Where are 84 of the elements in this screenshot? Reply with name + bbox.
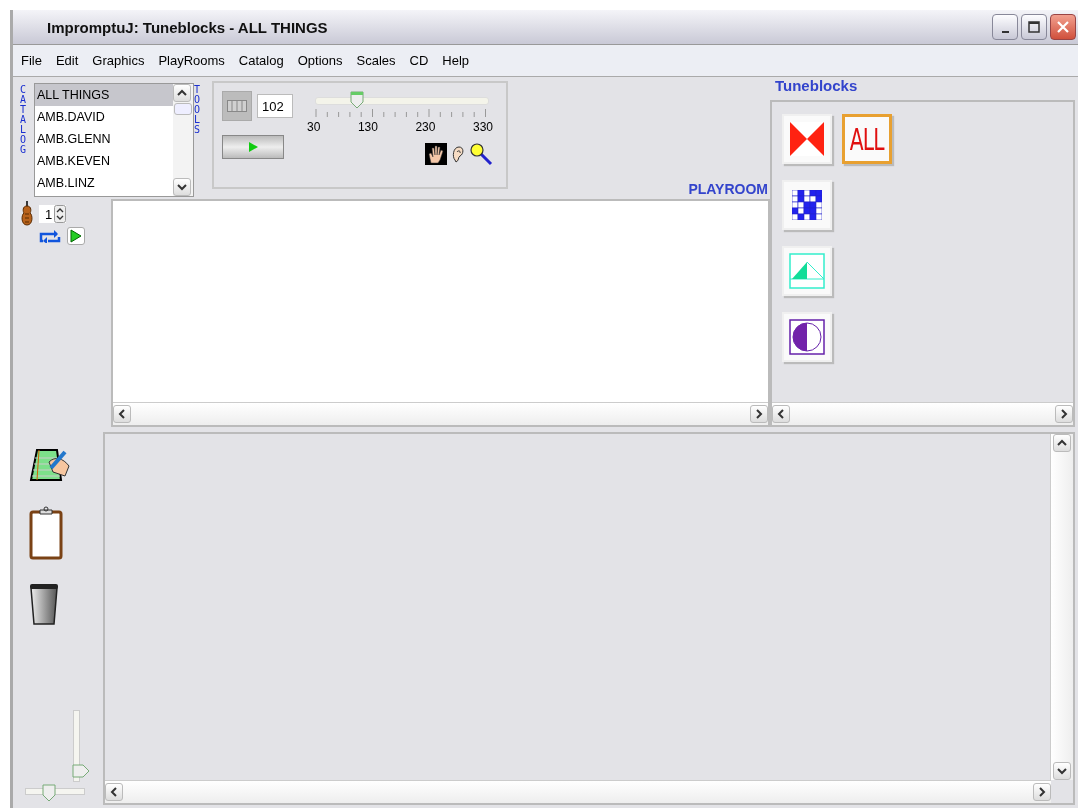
scroll-right-button[interactable] — [1033, 783, 1051, 801]
vertical-scrollbar[interactable] — [1050, 434, 1073, 780]
chevron-down-icon — [1056, 767, 1068, 775]
tuneblock[interactable] — [782, 114, 832, 164]
chevron-up-icon — [1056, 439, 1068, 447]
loop-icon[interactable] — [39, 229, 61, 243]
horizontal-scrollbar[interactable] — [105, 780, 1051, 803]
tempo-slider[interactable] — [315, 91, 489, 118]
scroll-left-button[interactable] — [772, 405, 790, 423]
window-title: ImpromptuJ: Tuneblocks - ALL THINGS — [47, 18, 328, 36]
list-row[interactable]: AMB.KEVEN — [35, 150, 173, 172]
menu-item[interactable]: Graphics — [85, 53, 152, 68]
scroll-down-button[interactable] — [1053, 762, 1071, 780]
minimize-button[interactable] — [992, 14, 1018, 40]
cello-icon — [21, 201, 33, 227]
chevron-right-icon — [755, 408, 763, 420]
list-row[interactable]: ALL THINGS — [35, 84, 173, 106]
grid-icon — [792, 190, 822, 220]
list-row[interactable]: AMB.GLENN — [35, 128, 173, 150]
slider-thumb[interactable] — [42, 784, 57, 802]
horizontal-scrollbar[interactable] — [772, 402, 1073, 425]
list-row[interactable]: AMB.DAVID — [35, 106, 173, 128]
play-button[interactable] — [67, 227, 85, 245]
play-icon — [248, 142, 258, 152]
tick-label: 130 — [357, 120, 378, 134]
hand-icon[interactable] — [425, 143, 447, 165]
menu-item[interactable]: PlayRooms — [151, 53, 232, 68]
play-button[interactable] — [222, 135, 284, 159]
keyboard-icon — [227, 100, 247, 112]
play-icon — [70, 229, 82, 243]
clipboard-icon[interactable] — [29, 506, 63, 560]
close-button[interactable] — [1050, 14, 1076, 40]
maximize-icon — [1028, 21, 1040, 33]
chevron-down-icon — [176, 183, 188, 191]
scroll-up-button[interactable] — [1053, 434, 1071, 452]
tools-label: TOOLS — [194, 85, 202, 135]
tick-label: 30 — [307, 120, 321, 134]
close-icon — [1057, 21, 1069, 33]
spinner-value: 1 — [45, 206, 53, 222]
menu-item[interactable]: Options — [290, 53, 350, 68]
menu-item[interactable]: Scales — [349, 53, 403, 68]
tick-label: 330 — [472, 120, 493, 134]
scroll-left-button[interactable] — [113, 405, 131, 423]
menu-item[interactable]: Edit — [48, 53, 86, 68]
menu-item[interactable]: File — [14, 53, 49, 68]
tuneblocks-title: Tuneblocks — [774, 77, 859, 96]
magnifier-icon[interactable] — [469, 142, 493, 166]
chevron-left-icon — [777, 408, 785, 420]
trash-can-icon[interactable] — [29, 582, 59, 626]
tuneblock[interactable] — [782, 312, 832, 362]
tuneblock[interactable] — [782, 180, 832, 230]
scroll-right-button[interactable] — [750, 405, 768, 423]
chevron-right-icon — [1060, 408, 1068, 420]
ear-icon[interactable] — [451, 144, 465, 164]
hourglass-icon — [790, 122, 824, 156]
scroll-right-button[interactable] — [1055, 405, 1073, 423]
maximize-button[interactable] — [1021, 14, 1047, 40]
slider-thumb[interactable] — [72, 763, 90, 778]
tempo-field[interactable]: 102 — [257, 94, 293, 118]
chevron-left-icon — [118, 408, 126, 420]
vertical-scrollbar[interactable] — [173, 84, 193, 196]
horizontal-slider[interactable] — [25, 784, 85, 802]
chevron-right-icon — [1038, 786, 1046, 798]
slider-thumb[interactable] — [350, 91, 365, 109]
half-circle-icon — [789, 319, 825, 355]
chevron-up-icon — [176, 89, 188, 97]
chevron-left-icon — [110, 786, 118, 798]
menu-item[interactable]: CD — [402, 53, 436, 68]
menu-item[interactable]: Catalog — [231, 53, 291, 68]
playroom-label: PLAYROOM — [688, 181, 768, 197]
spin-arrows-icon[interactable] — [54, 205, 67, 223]
horizontal-scrollbar[interactable] — [113, 402, 768, 425]
tuneblock[interactable]: ALL — [842, 114, 892, 164]
scroll-down-button[interactable] — [173, 178, 191, 196]
tick-label: 230 — [415, 120, 436, 134]
minimize-icon — [1001, 31, 1009, 33]
list-row[interactable]: AMB.LINZ — [35, 172, 173, 194]
vertical-slider[interactable] — [71, 710, 89, 780]
voice-spinner[interactable]: 1 — [39, 205, 67, 223]
menu-item[interactable]: Help — [435, 53, 477, 68]
scroll-left-button[interactable] — [105, 783, 123, 801]
scroll-thumb[interactable] — [174, 103, 192, 115]
catalog-label: CATALOG — [20, 85, 28, 155]
scroll-up-button[interactable] — [173, 84, 191, 102]
